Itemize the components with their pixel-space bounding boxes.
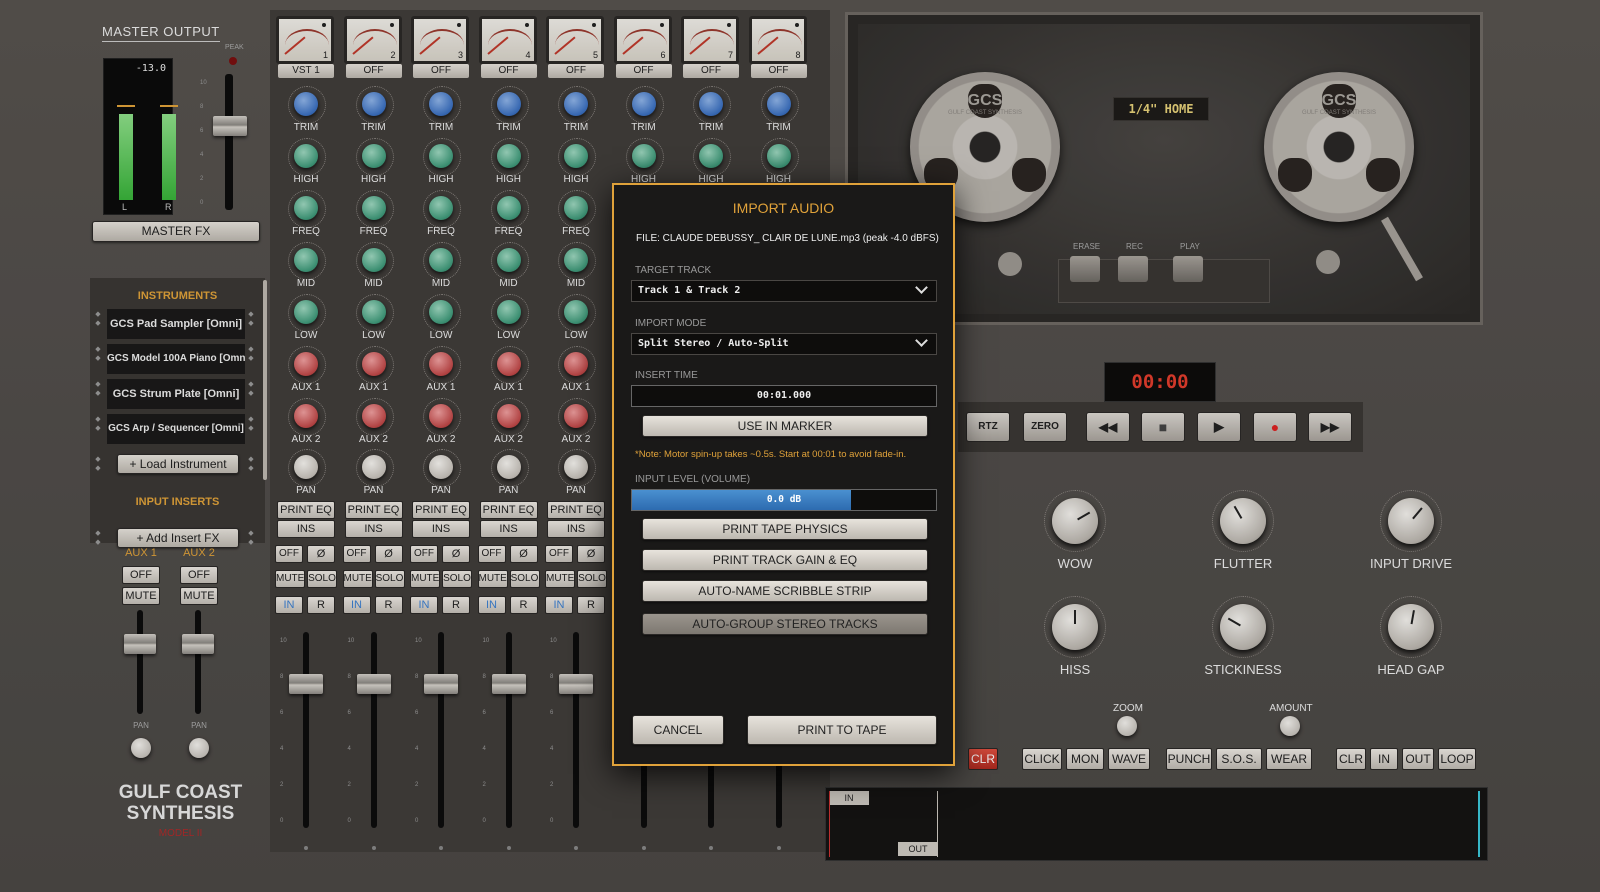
chevron-down-icon bbox=[915, 334, 928, 347]
insert-time-field[interactable]: 00:01.000 bbox=[631, 385, 937, 407]
dialog-title: IMPORT AUDIO bbox=[732, 200, 835, 216]
input-level-slider[interactable]: 0.0 dB bbox=[631, 489, 937, 511]
dialog-file-info: FILE: CLAUDE DEBUSSY_ CLAIR DE LUNE.mp3 … bbox=[636, 233, 939, 244]
input-level-label: INPUT LEVEL (VOLUME) bbox=[635, 474, 751, 485]
target-track-value: Track 1 & Track 2 bbox=[638, 285, 741, 296]
dialog-note: *Note: Motor spin-up takes ~0.5s. Start … bbox=[635, 449, 907, 460]
auto-group-stereo-tracks-toggle[interactable]: AUTO-GROUP STEREO TRACKS bbox=[642, 613, 928, 635]
import-mode-select[interactable]: Split Stereo / Auto-Split bbox=[631, 333, 937, 355]
use-in-marker-button[interactable]: USE IN MARKER bbox=[642, 415, 928, 437]
app-window: MASTER OUTPUT PEAK -13.0 L R 10 8 6 4 2 0 MAS… bbox=[0, 0, 1600, 892]
target-track-select[interactable]: Track 1 & Track 2 bbox=[631, 280, 937, 302]
print-tape-physics-toggle[interactable]: PRINT TAPE PHYSICS bbox=[642, 518, 928, 540]
print-to-tape-button[interactable]: PRINT TO TAPE bbox=[747, 715, 937, 745]
auto-name-scribble-strip-toggle[interactable]: AUTO-NAME SCRIBBLE STRIP bbox=[642, 580, 928, 602]
target-track-label: TARGET TRACK bbox=[635, 265, 712, 276]
chevron-down-icon bbox=[915, 281, 928, 294]
cancel-button[interactable]: CANCEL bbox=[632, 715, 724, 745]
print-track-gain-eq-toggle[interactable]: PRINT TRACK GAIN & EQ bbox=[642, 549, 928, 571]
input-level-value: 0.0 dB bbox=[766, 494, 802, 505]
insert-time-label: INSERT TIME bbox=[635, 370, 698, 381]
import-mode-label: IMPORT MODE bbox=[635, 318, 707, 329]
import-audio-dialog: IMPORT AUDIO FILE: CLAUDE DEBUSSY_ CLAIR… bbox=[612, 183, 955, 766]
import-mode-value: Split Stereo / Auto-Split bbox=[638, 338, 789, 349]
